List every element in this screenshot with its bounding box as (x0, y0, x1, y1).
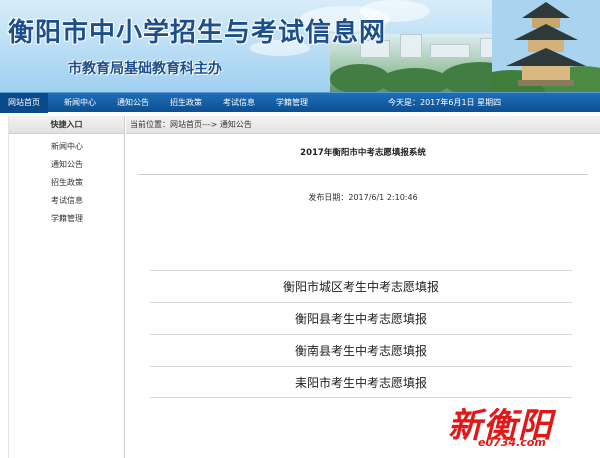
pagoda-image (492, 0, 600, 92)
link-leiyang-city-application[interactable]: 耒阳市考生中考志愿填报 (150, 366, 572, 398)
nav-item-exam-info[interactable]: 考试信息 (223, 93, 255, 113)
sidebar-item-student-records[interactable]: 学籍管理 (9, 210, 124, 228)
link-hengyang-county-application[interactable]: 衡阳县考生中考志愿填报 (150, 302, 572, 334)
link-hengyang-city-application[interactable]: 衡阳市城区考生中考志愿填报 (150, 270, 572, 302)
sidebar-item-exam-info[interactable]: 考试信息 (9, 192, 124, 210)
header-banner: 衡阳市中小学招生与考试信息网 市教育局基础教育科主办 (0, 0, 600, 92)
watermark-url: e0734.com (478, 436, 546, 449)
watermark-logo: 新衡阳 e0734.com (448, 398, 598, 456)
current-date: 今天是：2017年6月1日 星期四 (388, 98, 502, 107)
nav-item-home[interactable]: 网站首页 (0, 93, 48, 113)
nav-item-notices[interactable]: 通知公告 (117, 93, 149, 113)
nav-item-enrollment-policy[interactable]: 招生政策 (170, 93, 202, 113)
link-hengnan-county-application[interactable]: 衡南县考生中考志愿填报 (150, 334, 572, 366)
main-nav: 网站首页 新闻中心 通知公告 招生政策 考试信息 学籍管理 今天是：2017年6… (0, 92, 600, 113)
link-list: 衡阳市城区考生中考志愿填报 衡阳县考生中考志愿填报 衡南县考生中考志愿填报 耒阳… (150, 270, 572, 398)
sidebar-item-news[interactable]: 新闻中心 (9, 138, 124, 156)
nav-item-student-records[interactable]: 学籍管理 (276, 93, 308, 113)
sidebar-heading: 快捷入口 (9, 116, 124, 134)
site-subtitle: 市教育局基础教育科主办 (68, 61, 222, 77)
sidebar-list: 新闻中心 通知公告 招生政策 考试信息 学籍管理 (9, 138, 124, 228)
article-title: 2017年衡阳市中考志愿填报系统 (300, 148, 426, 158)
sidebar-item-enrollment-policy[interactable]: 招生政策 (9, 174, 124, 192)
title-divider (138, 174, 588, 175)
nav-item-news[interactable]: 新闻中心 (64, 93, 96, 113)
sidebar-item-notices[interactable]: 通知公告 (9, 156, 124, 174)
site-title: 衡阳市中小学招生与考试信息网 (8, 18, 387, 48)
publish-date: 发布日期：2017/6/1 2:10:46 (308, 193, 418, 202)
breadcrumb: 当前位置：网站首页---> 通知公告 (126, 116, 600, 134)
sidebar: 快捷入口 新闻中心 通知公告 招生政策 考试信息 学籍管理 (8, 116, 125, 458)
